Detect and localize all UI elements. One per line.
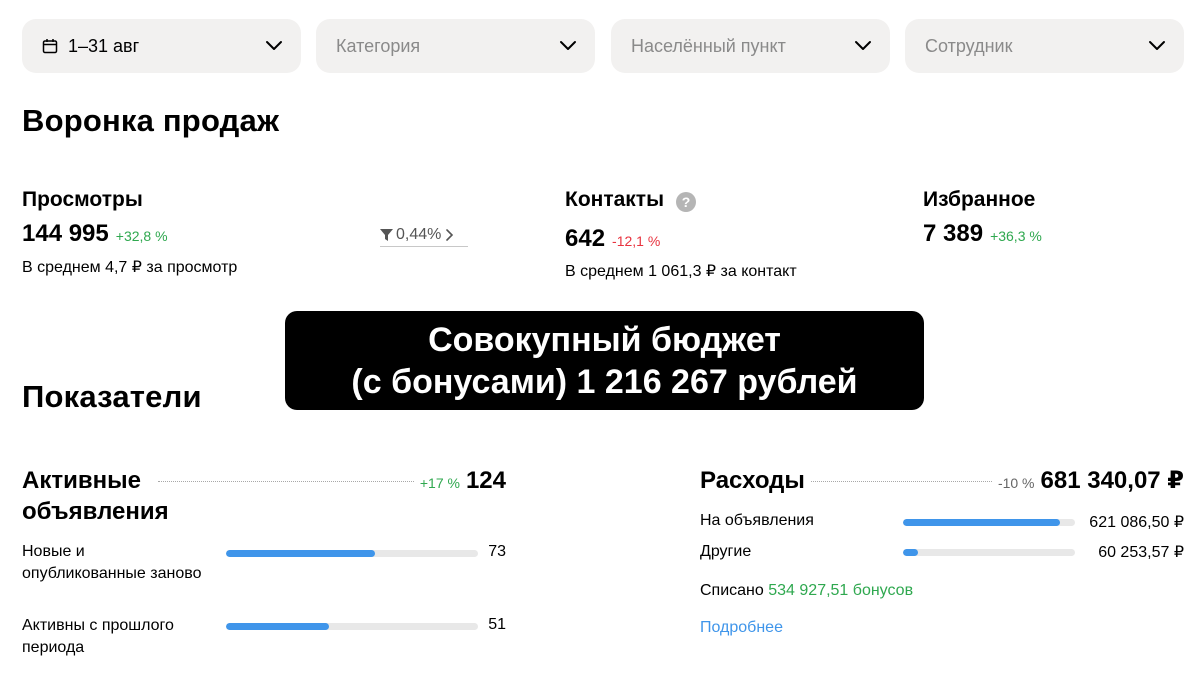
conversion-value: 0,44%: [396, 226, 442, 243]
contacts-number: 642: [565, 225, 606, 252]
period-filter[interactable]: 1–31 авг: [22, 19, 301, 73]
written-off: Списано 534 927,51 бонусов: [700, 582, 913, 600]
active-ads-new-value: 73: [488, 543, 506, 560]
funnel-icon: [380, 229, 393, 241]
favorites-title: Избранное: [923, 188, 1036, 211]
filters-bar: 1–31 авг Категория Населённый пункт Сотр…: [22, 19, 1184, 73]
active-ads-new-label: Новые и опубликованные заново: [22, 543, 202, 582]
expenses-other-bar: [903, 549, 1075, 556]
expenses-title: Расходы: [700, 467, 805, 494]
active-ads-prev-bar-fill: [226, 623, 330, 630]
active-ads-new-bar-fill: [226, 550, 375, 557]
expenses-ads-label: На объявления: [700, 512, 814, 529]
chevron-right-icon: [446, 229, 454, 241]
contacts-title: Контакты: [565, 188, 665, 211]
category-filter[interactable]: Категория: [316, 19, 595, 73]
chevron-down-icon: [1148, 40, 1166, 52]
employee-filter-label: Сотрудник: [925, 35, 1013, 56]
favorites-delta: +36,3 %: [990, 228, 1042, 244]
expenses-ads-bar-fill: [903, 519, 1060, 526]
location-filter-label: Населённый пункт: [631, 35, 786, 56]
location-filter[interactable]: Населённый пункт: [611, 19, 890, 73]
chevron-down-icon: [854, 40, 872, 52]
written-off-label: Списано: [700, 582, 764, 599]
chevron-down-icon: [559, 40, 577, 52]
expenses-header: Расходы -10 % 681 340,07 ₽: [700, 465, 1184, 496]
category-filter-label: Категория: [336, 35, 421, 56]
budget-overlay-line1: Совокупный бюджет: [428, 320, 781, 359]
budget-overlay: Совокупный бюджет (с бонусами) 1 216 267…: [285, 311, 924, 410]
expenses-other-bar-fill: [903, 549, 919, 556]
metrics-title: Показатели: [22, 379, 202, 414]
active-ads-value: 124: [465, 467, 506, 494]
funnel-title: Воронка продаж: [22, 103, 280, 138]
views-average: В среднем 4,7 ₽ за просмотр: [22, 259, 238, 276]
views-delta: +32,8 %: [115, 228, 168, 244]
employee-filter[interactable]: Сотрудник: [905, 19, 1184, 73]
dotted-leader: [158, 481, 414, 482]
active-ads-header: Активные объявления +17 % 124: [22, 465, 506, 527]
calendar-icon: [42, 38, 58, 54]
favorites-number: 7 389: [923, 220, 984, 247]
contacts-delta: -12,1 %: [612, 233, 661, 249]
active-ads-new-bar: [226, 550, 478, 557]
expenses-other-label: Другие: [700, 543, 752, 560]
expenses-ads-value: 621 086,50 ₽: [1089, 514, 1184, 531]
help-icon[interactable]: ?: [676, 192, 696, 212]
active-ads-prev-bar: [226, 623, 478, 630]
active-ads-title: Активные объявления: [22, 467, 169, 525]
contacts-average: В среднем 1 061,3 ₽ за контакт: [565, 263, 797, 280]
budget-overlay-line2: (с бонусами) 1 216 267 рублей: [351, 362, 858, 401]
contacts-value: 642 -12,1 %: [565, 225, 660, 253]
expenses-delta: -10 %: [997, 475, 1035, 491]
written-off-value: 534 927,51 бонусов: [768, 582, 914, 599]
expenses-other-value: 60 253,57 ₽: [1098, 544, 1184, 561]
conversion-link[interactable]: 0,44%: [380, 226, 468, 247]
views-title: Просмотры: [22, 188, 143, 211]
dotted-leader: [810, 481, 992, 482]
expenses-ads-bar: [903, 519, 1075, 526]
active-ads-prev-value: 51: [488, 616, 506, 633]
active-ads-prev-label: Активны с прошлого периода: [22, 617, 174, 656]
views-value: 144 995 +32,8 %: [22, 220, 168, 248]
expenses-value: 681 340,07 ₽: [1040, 467, 1184, 494]
active-ads-delta: +17 %: [419, 475, 460, 491]
chevron-down-icon: [265, 40, 283, 52]
views-number: 144 995: [22, 220, 109, 247]
more-details-link[interactable]: Подробнее: [700, 619, 783, 637]
favorites-value: 7 389 +36,3 %: [923, 220, 1042, 248]
period-filter-label: 1–31 авг: [68, 35, 140, 56]
